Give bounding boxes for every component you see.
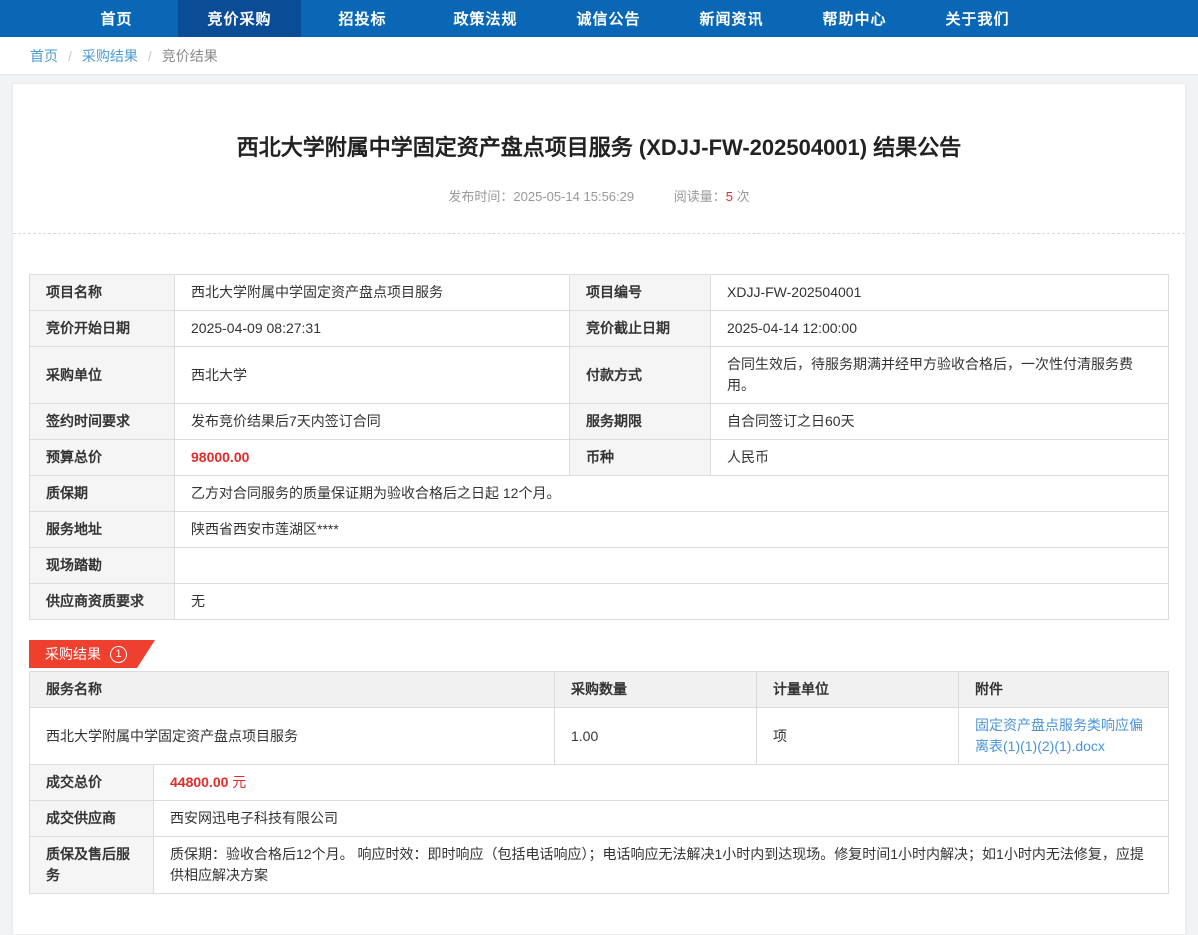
service-period-value: 自合同签订之日60天 — [711, 404, 1169, 440]
nav-item-home[interactable]: 首页 — [55, 0, 178, 37]
deal-summary-table: 成交总价 44800.00 元 成交供应商 西安网迅电子科技有限公司 质保及售后… — [29, 764, 1169, 894]
deal-total-label: 成交总价 — [30, 765, 154, 801]
currency-value: 人民币 — [711, 440, 1169, 476]
service-address-label: 服务地址 — [30, 512, 175, 548]
payment-label: 付款方式 — [570, 347, 711, 404]
publish-meta: 发布时间：2025-05-14 15:56:29 阅读量：5 次 — [29, 186, 1169, 205]
purchase-result-ribbon-label: 采购结果 — [45, 644, 101, 664]
nav-item-about-us[interactable]: 关于我们 — [916, 0, 1039, 37]
view-count: 阅读量：5 次 — [674, 189, 750, 204]
nav-item-policies[interactable]: 政策法规 — [424, 0, 547, 37]
breadcrumb-purchase-results[interactable]: 采购结果 — [82, 46, 138, 66]
table-header-row: 服务名称 采购数量 计量单位 附件 — [30, 672, 1169, 708]
table-row: 签约时间要求 发布竞价结果后7天内签订合同 服务期限 自合同签订之日60天 — [30, 404, 1169, 440]
buyer-label: 采购单位 — [30, 347, 175, 404]
table-row: 现场踏勘 — [30, 548, 1169, 584]
service-period-label: 服务期限 — [570, 404, 711, 440]
breadcrumb: 首页 / 采购结果 / 竞价结果 — [0, 37, 1198, 75]
bid-end-value: 2025-04-14 12:00:00 — [711, 311, 1169, 347]
budget-label: 预算总价 — [30, 440, 175, 476]
deal-total-value: 44800.00 元 — [154, 765, 1169, 801]
project-no-label: 项目编号 — [570, 275, 711, 311]
budget-value: 98000.00 — [175, 440, 570, 476]
qualification-value: 无 — [175, 584, 1169, 620]
warranty-label: 质保期 — [30, 476, 175, 512]
col-quantity: 采购数量 — [555, 672, 757, 708]
publish-time-value: 2025-05-14 15:56:29 — [513, 189, 634, 204]
breadcrumb-home[interactable]: 首页 — [30, 46, 58, 66]
col-unit: 计量单位 — [757, 672, 959, 708]
table-row: 采购单位 西北大学 付款方式 合同生效后，待服务期满并经甲方验收合格后，一次性付… — [30, 347, 1169, 404]
bid-start-label: 竞价开始日期 — [30, 311, 175, 347]
site-visit-label: 现场踏勘 — [30, 548, 175, 584]
attachment-link[interactable]: 固定资产盘点服务类响应偏离表(1)(1)(2)(1).docx — [975, 717, 1143, 754]
view-count-label: 阅读量： — [674, 189, 726, 204]
breadcrumb-current: 竞价结果 — [162, 46, 218, 66]
project-info-table: 项目名称 西北大学附属中学固定资产盘点项目服务 项目编号 XDJJ-FW-202… — [29, 274, 1169, 620]
warranty-value: 乙方对合同服务的质量保证期为验收合格后之日起 12个月。 — [175, 476, 1169, 512]
nav-item-news[interactable]: 新闻资讯 — [670, 0, 793, 37]
nav-item-tendering[interactable]: 招投标 — [301, 0, 424, 37]
project-name-value: 西北大学附属中学固定资产盘点项目服务 — [175, 275, 570, 311]
sign-time-label: 签约时间要求 — [30, 404, 175, 440]
aftersale-label: 质保及售后服务 — [30, 837, 154, 894]
project-no-value: XDJJ-FW-202504001 — [711, 275, 1169, 311]
table-row: 项目名称 西北大学附属中学固定资产盘点项目服务 项目编号 XDJJ-FW-202… — [30, 275, 1169, 311]
deal-supplier-label: 成交供应商 — [30, 801, 154, 837]
table-row: 预算总价 98000.00 币种 人民币 — [30, 440, 1169, 476]
payment-value: 合同生效后，待服务期满并经甲方验收合格后，一次性付清服务费用。 — [711, 347, 1169, 404]
dashed-divider — [13, 233, 1185, 234]
col-attachment: 附件 — [959, 672, 1169, 708]
announcement-card: 西北大学附属中学固定资产盘点项目服务 (XDJJ-FW-202504001) 结… — [12, 83, 1186, 935]
table-row: 西北大学附属中学固定资产盘点项目服务 1.00 项 固定资产盘点服务类响应偏离表… — [30, 708, 1169, 765]
service-name-value: 西北大学附属中学固定资产盘点项目服务 — [30, 708, 555, 765]
breadcrumb-separator: / — [148, 48, 152, 64]
page-title: 西北大学附属中学固定资产盘点项目服务 (XDJJ-FW-202504001) 结… — [29, 84, 1169, 162]
top-nav: 首页 竞价采购 招投标 政策法规 诚信公告 新闻资讯 帮助中心 关于我们 — [0, 0, 1198, 37]
col-service-name: 服务名称 — [30, 672, 555, 708]
site-visit-value — [175, 548, 1169, 584]
qualification-label: 供应商资质要求 — [30, 584, 175, 620]
table-row: 质保及售后服务 质保期：验收合格后12个月。 响应时效：即时响应（包括电话响应）… — [30, 837, 1169, 894]
nav-item-integrity-notice[interactable]: 诚信公告 — [547, 0, 670, 37]
view-count-unit: 次 — [737, 189, 750, 204]
publish-time-label: 发布时间： — [448, 189, 513, 204]
bid-start-value: 2025-04-09 08:27:31 — [175, 311, 570, 347]
nav-item-help-center[interactable]: 帮助中心 — [793, 0, 916, 37]
purchase-result-table: 服务名称 采购数量 计量单位 附件 西北大学附属中学固定资产盘点项目服务 1.0… — [29, 671, 1169, 765]
deal-total-amount: 44800.00 — [170, 774, 228, 790]
quantity-value: 1.00 — [555, 708, 757, 765]
sign-time-value: 发布竞价结果后7天内签订合同 — [175, 404, 570, 440]
project-name-label: 项目名称 — [30, 275, 175, 311]
service-address-value: 陕西省西安市莲湖区**** — [175, 512, 1169, 548]
aftersale-value: 质保期：验收合格后12个月。 响应时效：即时响应（包括电话响应）；电话响应无法解… — [154, 837, 1169, 894]
table-row: 成交供应商 西安网迅电子科技有限公司 — [30, 801, 1169, 837]
buyer-value: 西北大学 — [175, 347, 570, 404]
view-count-value: 5 — [726, 189, 733, 204]
purchase-result-ribbon: 采购结果 1 — [29, 640, 155, 668]
table-row: 质保期 乙方对合同服务的质量保证期为验收合格后之日起 12个月。 — [30, 476, 1169, 512]
table-row: 供应商资质要求 无 — [30, 584, 1169, 620]
nav-item-bidding-purchase[interactable]: 竞价采购 — [178, 0, 301, 37]
deal-total-unit: 元 — [232, 774, 246, 790]
bid-end-label: 竞价截止日期 — [570, 311, 711, 347]
deal-supplier-value: 西安网迅电子科技有限公司 — [154, 801, 1169, 837]
unit-value: 项 — [757, 708, 959, 765]
currency-label: 币种 — [570, 440, 711, 476]
table-row: 服务地址 陕西省西安市莲湖区**** — [30, 512, 1169, 548]
table-row: 竞价开始日期 2025-04-09 08:27:31 竞价截止日期 2025-0… — [30, 311, 1169, 347]
result-count-badge: 1 — [110, 646, 127, 663]
publish-time: 发布时间：2025-05-14 15:56:29 — [448, 189, 634, 204]
table-row: 成交总价 44800.00 元 — [30, 765, 1169, 801]
breadcrumb-separator: / — [68, 48, 72, 64]
